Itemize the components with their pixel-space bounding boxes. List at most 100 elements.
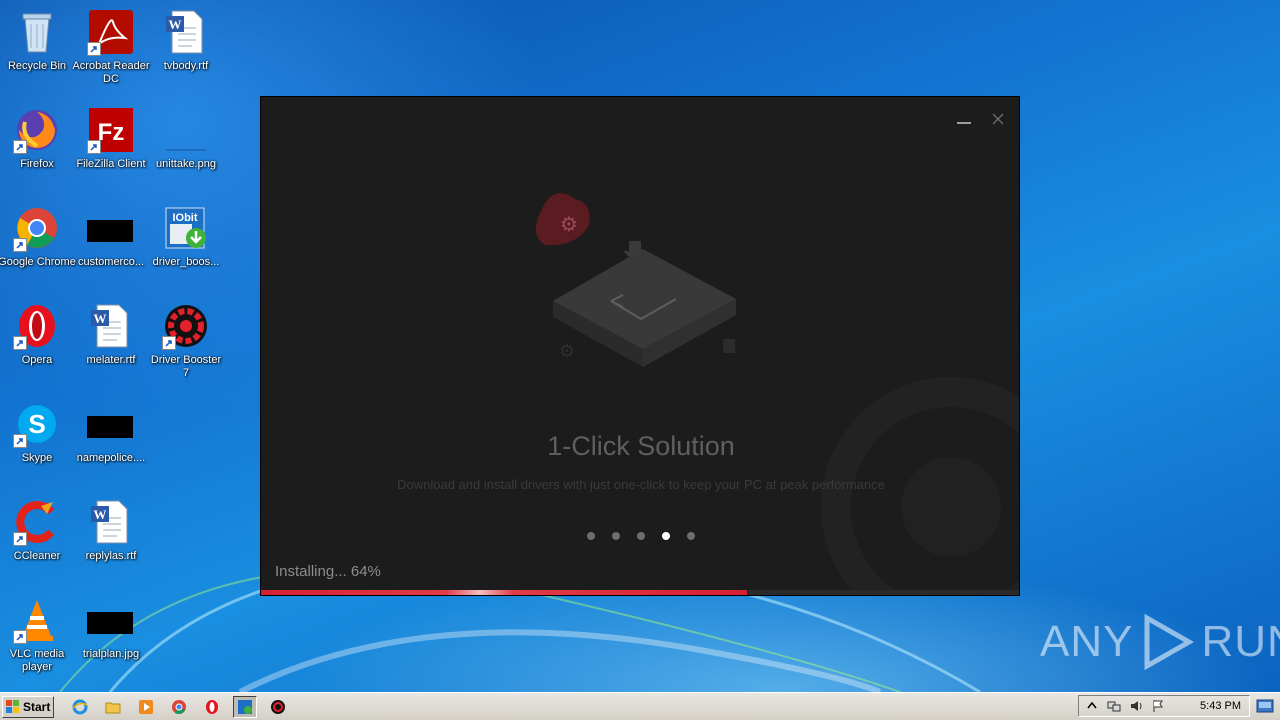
firefox-icon	[13, 106, 61, 154]
opera-icon	[13, 302, 61, 350]
desktop: Recycle Bin Firefox Google Chrome Opera …	[0, 0, 1280, 692]
desktop-icon-customerco[interactable]: customerco...	[74, 204, 148, 296]
install-status-text: Installing... 64%	[275, 563, 381, 580]
icon-label: VLC media player	[9, 648, 65, 673]
svg-text:⚙: ⚙	[559, 341, 575, 362]
desktop-icon-replylas[interactable]: W replylas.rtf	[74, 498, 148, 590]
slide-title: 1-Click Solution	[547, 431, 735, 461]
media-player-icon	[139, 699, 153, 714]
close-icon	[992, 113, 1004, 125]
word-doc-icon: W	[87, 498, 135, 546]
chevron-up-icon[interactable]	[1085, 699, 1099, 713]
quick-launch	[68, 695, 290, 718]
icon-label: Firefox	[20, 158, 54, 170]
taskbar-driver-booster-setup[interactable]	[233, 695, 257, 718]
taskbar-driver-booster[interactable]	[266, 696, 290, 718]
slide-dot-1[interactable]	[587, 532, 595, 540]
shortcut-arrow-icon	[13, 238, 27, 252]
icon-label: namepolice....	[76, 452, 146, 464]
network-icon[interactable]	[1107, 699, 1121, 713]
desktop-icon-driver-booster[interactable]: Driver Booster 7	[149, 302, 223, 394]
desktop-icon-ccleaner[interactable]: CCleaner	[0, 498, 74, 590]
action-center-flag-icon[interactable]	[1151, 699, 1165, 713]
ccleaner-icon	[13, 498, 61, 546]
desktop-icon-unittake[interactable]: unittake.png	[149, 106, 223, 198]
icon-label: unittake.png	[156, 158, 216, 170]
volume-icon[interactable]	[1129, 699, 1143, 713]
close-button[interactable]	[988, 109, 1008, 129]
desktop-icon-trialplan[interactable]: trialplan.jpg	[74, 596, 148, 688]
slide-dot-2[interactable]	[612, 532, 620, 540]
svg-text:IObit: IObit	[172, 212, 197, 224]
desktop-icon-firefox[interactable]: Firefox	[0, 106, 74, 198]
system-tray: 5:43 PM	[1078, 695, 1250, 717]
chrome-icon	[13, 204, 61, 252]
shortcut-arrow-icon	[13, 140, 27, 154]
install-progress-bar	[261, 590, 1019, 595]
icon-label: trialplan.jpg	[82, 648, 140, 660]
folder-icon	[105, 702, 121, 713]
opera-icon	[206, 699, 218, 714]
slide-pagination	[587, 532, 695, 540]
minimize-icon	[957, 122, 971, 124]
taskbar-internet-explorer[interactable]	[68, 696, 92, 718]
taskbar: Start 5:43 PM	[0, 692, 1280, 720]
black-file-icon	[87, 204, 135, 252]
slide-dot-3[interactable]	[637, 532, 645, 540]
shortcut-arrow-icon	[13, 434, 27, 448]
black-file-icon	[87, 596, 135, 644]
desktop-icon-tvbody[interactable]: W tvbody.rtf	[149, 8, 223, 100]
desktop-icon-opera[interactable]: Opera	[0, 302, 74, 394]
show-desktop-icon[interactable]	[1256, 698, 1274, 714]
driver-booster-icon	[162, 302, 210, 350]
svg-text:S: S	[28, 409, 45, 439]
desktop-icon-recycle-bin[interactable]: Recycle Bin	[0, 8, 74, 100]
icon-label: CCleaner	[13, 550, 61, 562]
skype-icon: S	[13, 400, 61, 448]
icon-label: Opera	[21, 354, 53, 366]
iobit-installer-icon	[238, 699, 252, 714]
taskbar-opera[interactable]	[200, 696, 224, 718]
slide-dot-4[interactable]	[662, 532, 670, 540]
taskbar-explorer[interactable]	[101, 696, 125, 718]
icon-label: Skype	[21, 452, 53, 464]
icon-label: Recycle Bin	[7, 60, 67, 72]
windows-logo-icon	[6, 699, 19, 713]
vlc-icon	[13, 596, 61, 644]
word-doc-icon: W	[87, 302, 135, 350]
shortcut-arrow-icon	[87, 42, 101, 56]
chrome-icon	[172, 699, 186, 714]
svg-text:Fz: Fz	[98, 119, 125, 146]
iobit-installer-icon: IObit	[162, 204, 210, 252]
desktop-icon-acrobat[interactable]: Acrobat Reader DC	[72, 8, 150, 100]
desktop-icon-skype[interactable]: S Skype	[0, 400, 74, 492]
desktop-icon-namepolice[interactable]: namepolice....	[74, 400, 148, 492]
shortcut-arrow-icon	[13, 532, 27, 546]
taskbar-chrome[interactable]	[167, 696, 191, 718]
minimize-button[interactable]	[954, 109, 974, 129]
watermark-left-text: ANY	[1040, 617, 1134, 666]
icon-label: customerco...	[77, 256, 145, 268]
desktop-icon-driver-boos[interactable]: IObit driver_boos...	[149, 204, 223, 296]
shortcut-arrow-icon	[162, 336, 176, 350]
shortcut-arrow-icon	[13, 630, 27, 644]
icon-label: FileZilla Client	[76, 158, 146, 170]
slide-dot-5[interactable]	[687, 532, 695, 540]
anyrun-watermark: ANY RUN	[1040, 612, 1280, 672]
taskbar-media-player[interactable]	[134, 696, 158, 718]
watermark-right-text: RUN	[1201, 617, 1280, 666]
desktop-icon-vlc[interactable]: VLC media player	[0, 596, 74, 688]
desktop-icon-melater[interactable]: W melater.rtf	[74, 302, 148, 394]
icon-label: tvbody.rtf	[163, 60, 209, 72]
icon-label: melater.rtf	[86, 354, 136, 366]
icon-label: Driver Booster 7	[150, 354, 222, 379]
taskbar-clock[interactable]: 5:43 PM	[1200, 700, 1241, 712]
start-button[interactable]: Start	[2, 695, 54, 718]
desktop-icon-google-chrome[interactable]: Google Chrome	[0, 204, 76, 296]
one-click-illustration: ⚙ ⚙	[535, 193, 736, 367]
icon-label: driver_boos...	[152, 256, 220, 268]
desktop-icon-filezilla[interactable]: Fz FileZilla Client	[74, 106, 148, 198]
word-doc-icon: W	[162, 8, 210, 56]
icon-label: replylas.rtf	[85, 550, 137, 562]
shortcut-arrow-icon	[13, 336, 27, 350]
